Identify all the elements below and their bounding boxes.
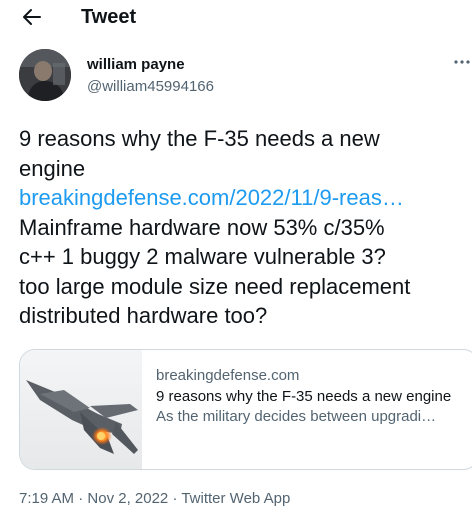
avatar-photo	[19, 49, 71, 101]
more-button[interactable]	[452, 52, 472, 72]
more-dots-icon	[454, 60, 470, 64]
tweet-text-line: too large module size need replacement	[19, 273, 411, 299]
tweet-text-line: 9 reasons why the F-35 needs a new	[19, 126, 380, 151]
tweet-text-line: Mainframe hardware now 53% c/35%	[19, 214, 385, 240]
card-title: 9 reasons why the F-35 needs a new engin…	[156, 388, 452, 405]
page-title: Tweet	[81, 6, 137, 28]
tweet-time[interactable]: 7:19 AM	[19, 490, 74, 507]
avatar[interactable]	[19, 49, 71, 101]
card-domain: breakingdefense.com	[156, 367, 300, 384]
jet-image	[20, 350, 142, 469]
tweet-date[interactable]: Nov 2, 2022	[87, 490, 168, 507]
tweet-source[interactable]: Twitter Web App	[181, 490, 290, 507]
tweet-text-line: engine	[19, 155, 86, 181]
tweet-text-line: c++ 1 buggy 2 malware vulnerable 3?	[19, 244, 386, 269]
meta-separator: ·	[168, 490, 182, 507]
tweet-text-line: distributed hardware too?	[19, 303, 268, 328]
card-description: As the military decides between upgradi…	[156, 408, 437, 425]
tweet-text: 9 reasons why the F-35 needs a new engin…	[19, 124, 472, 331]
card-body: breakingdefense.com 9 reasons why the F-…	[156, 366, 472, 427]
arrow-left-icon	[23, 9, 41, 25]
author-handle[interactable]: @william45994166	[87, 77, 214, 96]
tweet-header: Tweet	[0, 0, 472, 36]
link-preview-card[interactable]: breakingdefense.com 9 reasons why the F-…	[19, 349, 472, 470]
meta-separator: ·	[74, 490, 88, 507]
card-thumbnail	[20, 350, 142, 469]
tweet-meta: 7:19 AM · Nov 2, 2022 · Twitter Web App	[19, 489, 290, 508]
back-button[interactable]	[18, 4, 46, 30]
author-name[interactable]: william payne	[87, 55, 185, 74]
tweet-link[interactable]: breakingdefense.com/2022/11/9-reas…	[19, 183, 472, 213]
